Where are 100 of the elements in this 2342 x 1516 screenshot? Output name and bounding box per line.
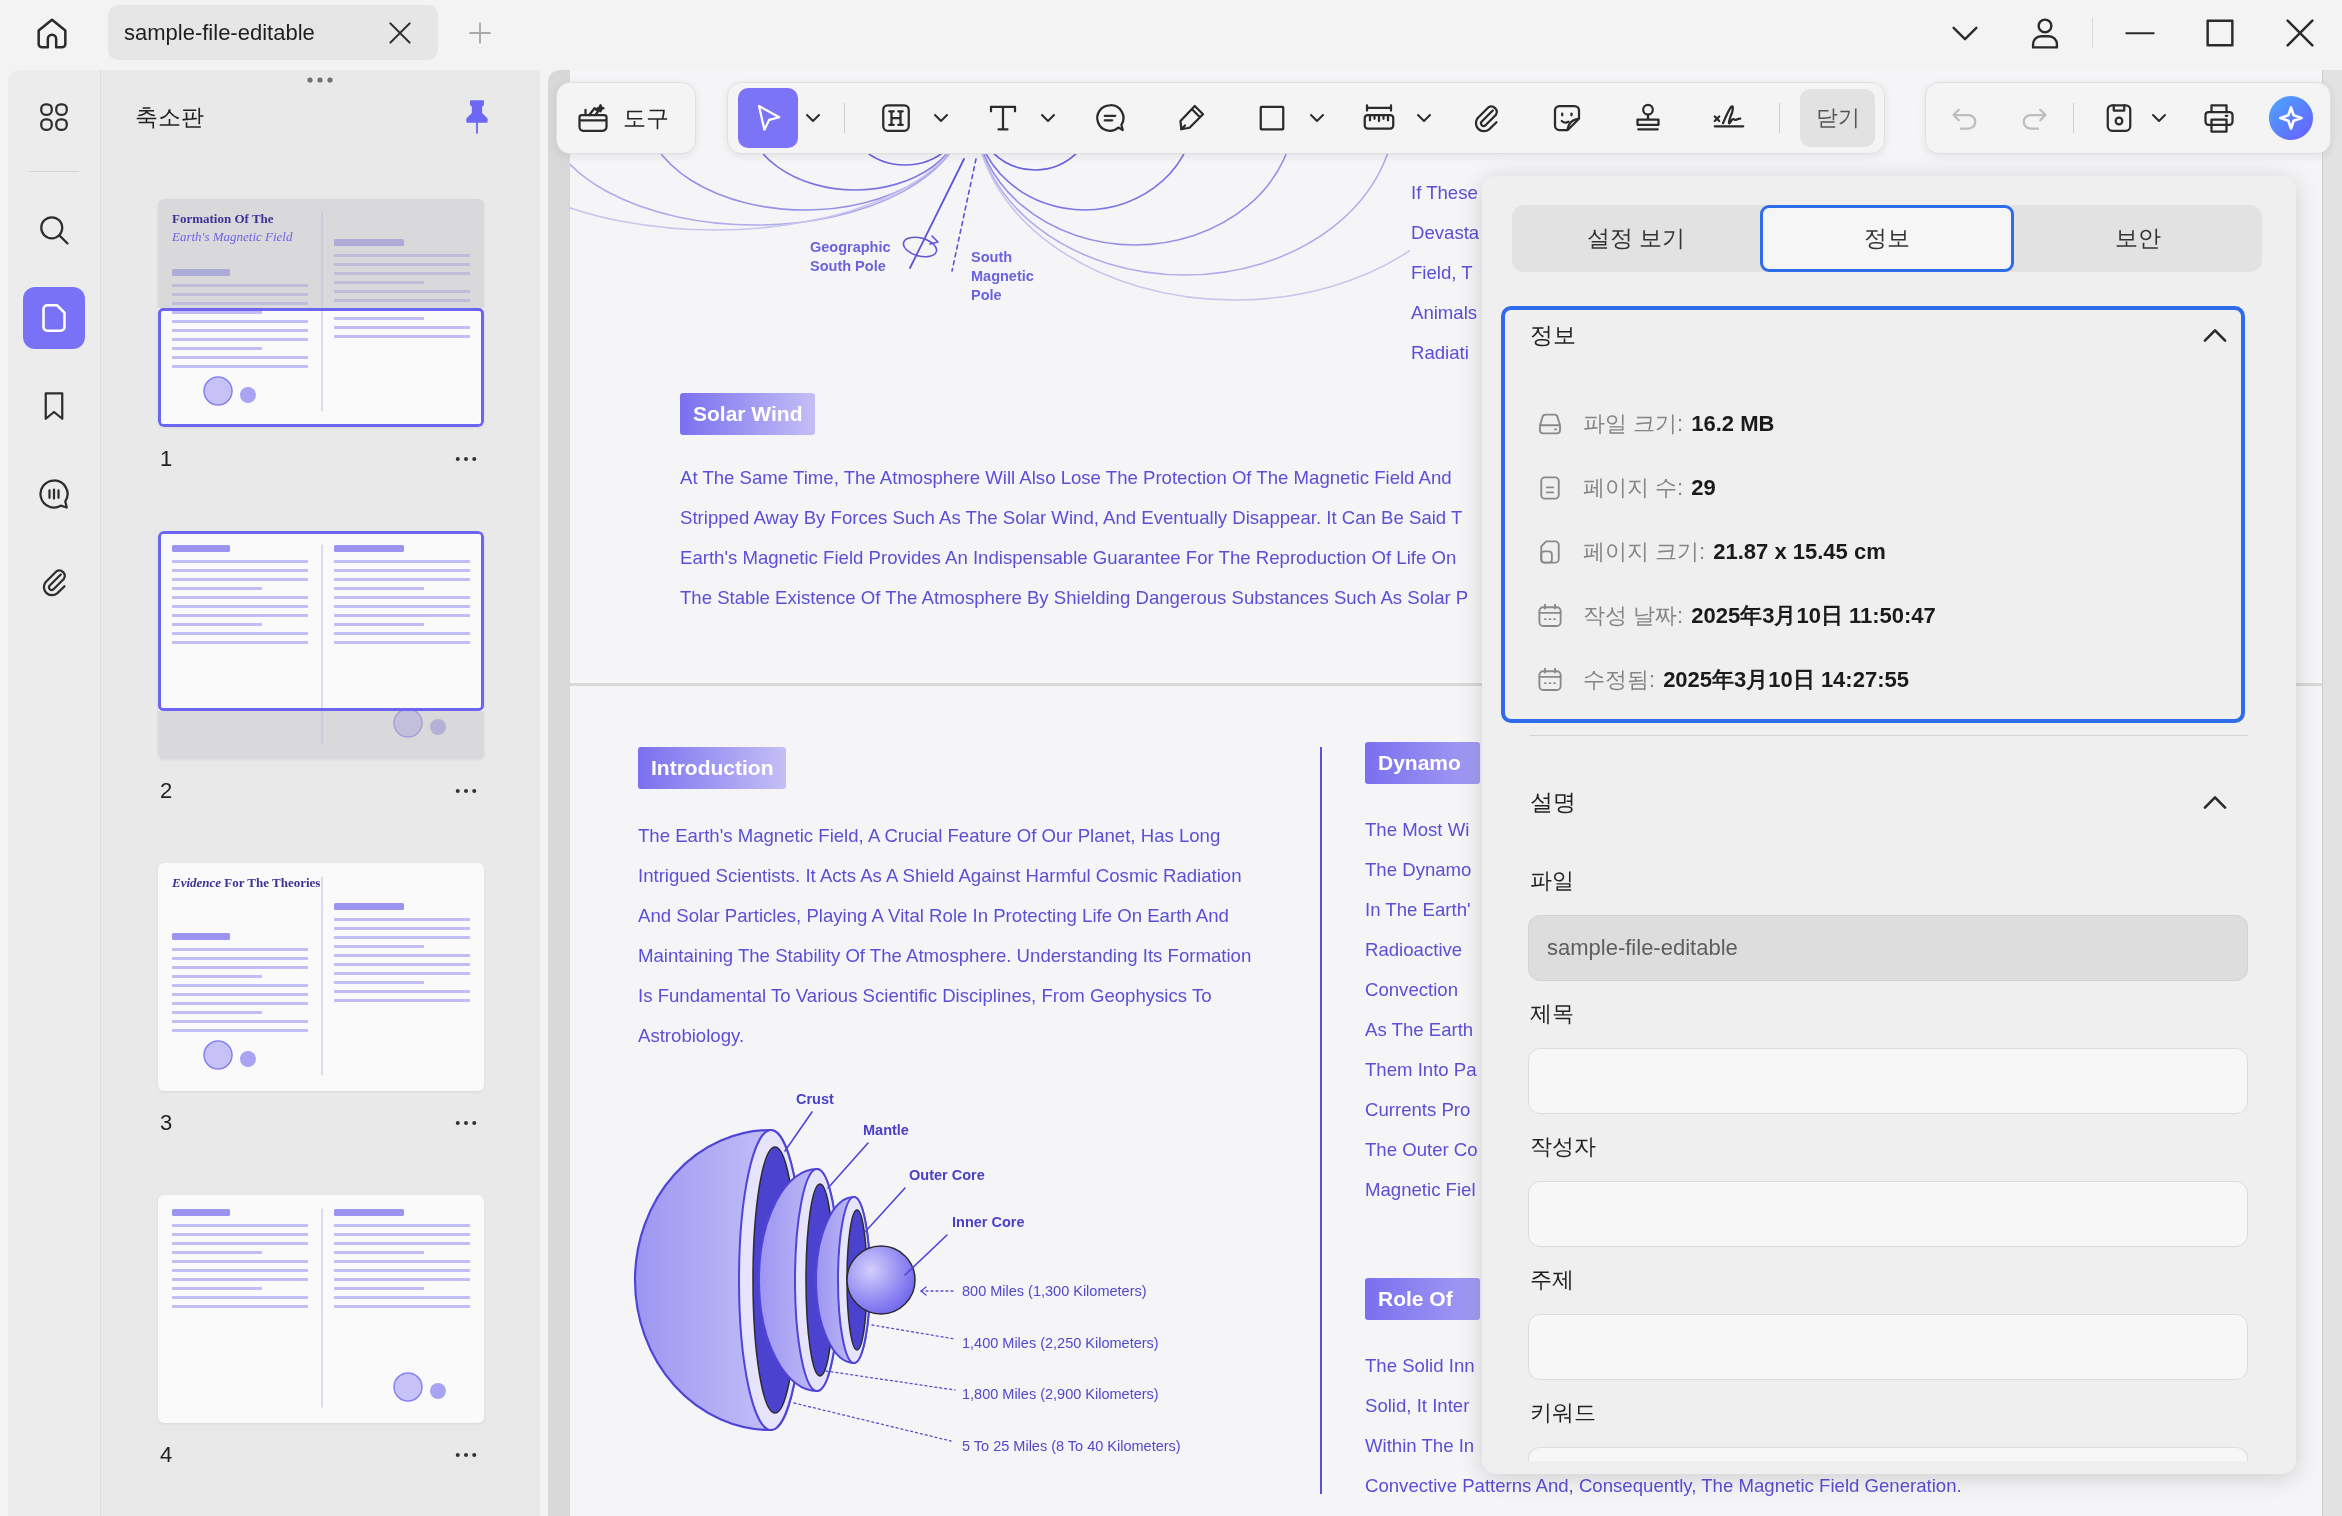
text-line: Stripped Away By Forces Such As The Solar Wind, And Eventually Disappear. It Can Be Said T xyxy=(680,506,1463,530)
text-line: Earth's Magnetic Field Provides An Indispensable Guarantee For The Reproduction Of Life On xyxy=(680,546,1457,570)
text-line: As The Earth xyxy=(1365,1018,1474,1042)
chevron-up-icon xyxy=(2203,328,2227,342)
page-number: 3 xyxy=(160,1110,173,1136)
page-number: 4 xyxy=(160,1442,173,1468)
section-heading: Dynamo xyxy=(1365,742,1480,784)
text-line: The Stable Existence Of The Atmosphere By Shielding Dangerous Substances Such As Solar P xyxy=(680,586,1469,610)
text-line: Animals xyxy=(1411,301,1478,325)
drag-handle-icon[interactable] xyxy=(306,76,334,84)
text-line: If These xyxy=(1411,181,1478,205)
caret-icon xyxy=(806,114,820,122)
document-tab[interactable]: sample-file-editable xyxy=(108,5,438,60)
leader-line xyxy=(827,1142,869,1189)
text-line: Solid, It Inter xyxy=(1365,1394,1470,1418)
text-line: Currents Pro xyxy=(1365,1098,1471,1122)
layer-label: Inner Core xyxy=(952,1214,1025,1230)
text-field[interactable] xyxy=(1528,1314,2248,1380)
info-label: 파일 크기: xyxy=(1583,410,1684,438)
text-line: The Most Wi xyxy=(1365,818,1470,842)
info-label: 페이지 수: xyxy=(1583,474,1684,502)
text-line: At The Same Time, The Atmosphere Will Also Lose The Protection Of The Magnetic Field And xyxy=(680,466,1452,490)
text-line: The Dynamo xyxy=(1365,858,1472,882)
section-title: 정보 xyxy=(1530,320,1576,350)
page-thumbnail[interactable]: Evidence For The Theories xyxy=(158,863,484,1091)
leader-line xyxy=(784,1111,813,1152)
info-label: 수정됨: xyxy=(1583,666,1656,694)
page-number: 2 xyxy=(160,778,173,804)
more-icon xyxy=(455,788,477,794)
text-line: In The Earth' xyxy=(1365,898,1471,922)
more-icon xyxy=(455,1452,477,1458)
panel-tab[interactable]: 설정 보기 xyxy=(1512,205,1760,272)
layer-label: Mantle xyxy=(863,1122,909,1138)
panel-tab[interactable]: 정보 xyxy=(1760,205,2014,272)
info-value: 21.87 x 15.45 cm xyxy=(1713,539,1886,565)
section-title: 설명 xyxy=(1530,787,1576,817)
close-button[interactable]: 닫기 xyxy=(1800,89,1875,147)
text-line: Radioactive xyxy=(1365,938,1463,962)
close-icon xyxy=(389,21,411,44)
home-icon xyxy=(37,17,67,49)
text-line: The Earth's Magnetic Field, A Crucial Feature Of Our Planet, Has Long xyxy=(638,824,1221,848)
user-icon xyxy=(2030,17,2060,49)
scrollbar[interactable] xyxy=(2322,70,2342,1516)
info-value: 16.2 MB xyxy=(1691,411,1775,437)
leader-line xyxy=(904,1234,948,1276)
text-line: Maintaining The Stability Of The Atmosphere. Understanding Its Formation xyxy=(638,944,1252,968)
text-line: Magnetic Fiel xyxy=(1365,1178,1476,1202)
info-label: 페이지 크기: xyxy=(1583,538,1706,566)
field-label: 키워드 xyxy=(1529,1399,1597,1427)
chevron-up-icon xyxy=(2203,795,2227,809)
field-label: 제목 xyxy=(1529,1000,1575,1028)
viewport-frame[interactable] xyxy=(158,308,484,427)
text-line: The Solid Inn xyxy=(1365,1354,1475,1378)
text-line: Astrobiology. xyxy=(638,1024,745,1048)
text-field[interactable] xyxy=(1528,1048,2248,1114)
text-line: And Solar Particles, Playing A Vital Role In Protecting Life On Earth And xyxy=(638,904,1229,928)
section-heading: Role Of xyxy=(1365,1278,1480,1320)
viewport-frame[interactable] xyxy=(158,531,484,712)
cursor-tool-button[interactable] xyxy=(738,88,798,148)
page-number: 1 xyxy=(160,446,173,472)
maximize-icon xyxy=(2206,19,2234,47)
text-line: Convective Patterns And, Consequently, The Magnetic Field Generation. xyxy=(1365,1474,1962,1498)
field-label: 작성자 xyxy=(1529,1133,1597,1161)
text-line: Radiati xyxy=(1411,341,1469,365)
text-line: Field, T xyxy=(1411,261,1473,285)
info-label: 작성 날짜: xyxy=(1583,602,1684,630)
panel-title: 축소판 xyxy=(135,102,204,132)
thumbnail-subtitle: Earth's Magnetic Field xyxy=(172,229,293,245)
minimize-icon xyxy=(2125,31,2155,35)
text-field[interactable] xyxy=(1528,1181,2248,1247)
text-line: Within The In xyxy=(1365,1434,1475,1458)
speech-bubble-icon xyxy=(36,476,72,512)
more-icon xyxy=(455,456,477,462)
text-line: The Outer Co xyxy=(1365,1138,1478,1162)
text-field[interactable] xyxy=(1528,1447,2248,1461)
diagram-label: Geographic South Pole xyxy=(810,238,892,276)
text-line: Intrigued Scientists. It Acts As A Shield Against Harmful Cosmic Radiation xyxy=(638,864,1242,888)
page-thumbnail[interactable]: Formation Of The Earth's Magnetic Field xyxy=(158,199,484,427)
pages-button[interactable] xyxy=(23,287,85,349)
depth-label: 5 To 25 Miles (8 To 40 Kilometers) xyxy=(962,1438,1181,1454)
layer-label: Outer Core xyxy=(909,1167,985,1183)
caret-icon xyxy=(1417,114,1431,122)
thumbnail-title: Formation Of The xyxy=(172,211,274,227)
text-line: Them Into Pa xyxy=(1365,1058,1477,1082)
diagram-label: South Magnetic Pole xyxy=(971,248,1035,305)
text-line: Devasta xyxy=(1411,221,1480,245)
chevron-down-icon xyxy=(1952,25,1978,41)
info-value: 2025年3月10日 14:27:55 xyxy=(1663,666,1909,694)
section-heading: Solar Wind xyxy=(680,393,816,435)
thumbnail-title: Evidence For The Theories xyxy=(172,875,321,891)
text-line: Is Fundamental To Various Scientific Disciplines, From Geophysics To xyxy=(638,984,1212,1008)
leader-arrow xyxy=(920,1286,954,1296)
panel-tab[interactable]: 보안 xyxy=(2014,205,2262,272)
plus-icon xyxy=(469,22,491,44)
layer-label: Crust xyxy=(796,1091,834,1107)
text-line: Convection xyxy=(1365,978,1459,1002)
tools-button[interactable]: 도구 xyxy=(556,82,696,154)
inner-core-sphere xyxy=(846,1245,916,1315)
depth-label: 1,400 Miles (2,250 Kilometers) xyxy=(962,1335,1159,1351)
caret-icon xyxy=(1310,114,1324,122)
